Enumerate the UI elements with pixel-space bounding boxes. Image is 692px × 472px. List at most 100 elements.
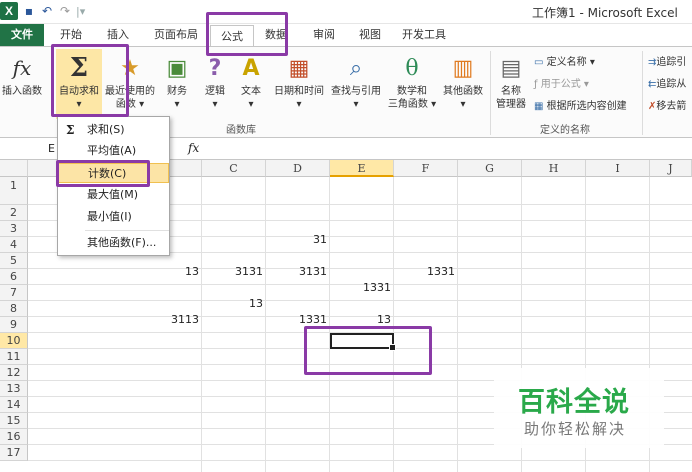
text-book-icon: A bbox=[242, 55, 260, 81]
redo-icon[interactable]: ↷ bbox=[58, 4, 72, 18]
column-header-d[interactable]: D bbox=[266, 160, 330, 177]
column-header-c[interactable]: C bbox=[202, 160, 266, 177]
name-manager-label-1: 名称 bbox=[501, 86, 521, 97]
column-header-i[interactable]: I bbox=[586, 160, 650, 177]
tab-developer[interactable]: 开发工具 bbox=[396, 24, 452, 46]
math-trig-button[interactable]: θ 数学和 三角函数 ▾ bbox=[386, 53, 438, 111]
column-header-e[interactable]: E bbox=[330, 160, 394, 177]
datetime-button[interactable]: ▦ 日期和时间 ▾ bbox=[270, 53, 328, 111]
cell-f5[interactable]: 1331 bbox=[394, 264, 458, 279]
create-from-selection-button[interactable]: ▦ 根据所选内容创建 bbox=[534, 97, 627, 112]
math-label-2: 三角函数 ▾ bbox=[387, 99, 437, 110]
row-header-7[interactable]: 7 bbox=[0, 285, 28, 301]
row-header-15[interactable]: 15 bbox=[0, 413, 28, 429]
text-label: 文本 bbox=[241, 86, 261, 97]
cell-b5[interactable]: 13 bbox=[138, 264, 202, 279]
name-manager-button[interactable]: ▤ 名称 管理器 bbox=[494, 53, 528, 111]
insert-function-icon[interactable]: fx bbox=[188, 141, 199, 155]
menu-item-sum[interactable]: Σ 求和(S) bbox=[58, 120, 169, 140]
ribbon-separator bbox=[490, 51, 491, 135]
row-header-13[interactable]: 13 bbox=[0, 381, 28, 397]
row-header-12[interactable]: 12 bbox=[0, 365, 28, 381]
menu-item-min[interactable]: 最小值(I) bbox=[58, 207, 169, 227]
tab-view[interactable]: 视图 bbox=[350, 24, 390, 46]
logical-button[interactable]: ? 逻辑 ▾ bbox=[200, 53, 230, 111]
tab-file[interactable]: 文件 bbox=[0, 24, 44, 46]
tab-review[interactable]: 审阅 bbox=[304, 24, 344, 46]
trace-dependents-button[interactable]: ⇇追踪从 bbox=[648, 75, 686, 90]
annotation-box-active-cell bbox=[304, 326, 432, 375]
row-header-3[interactable]: 3 bbox=[0, 221, 28, 237]
cell-d5[interactable]: 3131 bbox=[266, 264, 330, 279]
define-name-button[interactable]: ▭ 定义名称 ▾ bbox=[534, 53, 595, 68]
insert-function-button[interactable]: fx 插入函数 bbox=[2, 53, 42, 98]
formula-input[interactable] bbox=[206, 140, 686, 158]
lookup-button[interactable]: ⌕ 查找与引用 ▾ bbox=[328, 53, 384, 111]
column-header-j[interactable]: J bbox=[650, 160, 692, 177]
row-header-8[interactable]: 8 bbox=[0, 301, 28, 317]
name-box[interactable]: E bbox=[4, 140, 64, 158]
books-stack-icon: ▥ bbox=[452, 55, 474, 81]
row-header-14[interactable]: 14 bbox=[0, 397, 28, 413]
menu-item-average[interactable]: 平均值(A) bbox=[58, 141, 169, 161]
theta-book-icon: θ bbox=[405, 55, 419, 81]
annotation-box-count-item bbox=[56, 160, 150, 187]
row-header-10[interactable]: 10 bbox=[0, 333, 28, 349]
grid-icon: ▦ bbox=[534, 101, 544, 112]
undo-icon[interactable]: ↶ bbox=[40, 4, 54, 18]
annotation-box-formulas-tab bbox=[206, 12, 288, 56]
calendar-book-icon: ▦ bbox=[288, 55, 310, 81]
title-bar: X ▪ ↶ ↷ |▾ 工作簿1 - Microsoft Excel bbox=[0, 0, 692, 24]
cell-d8[interactable]: 1331 bbox=[266, 312, 330, 327]
financial-label: 财务 bbox=[167, 86, 187, 97]
datetime-label: 日期和时间 bbox=[274, 86, 324, 97]
row-header-4[interactable]: 4 bbox=[0, 237, 28, 253]
window-title: 工作簿1 - Microsoft Excel bbox=[532, 6, 678, 20]
remove-arrows-button[interactable]: ✗移去箭 bbox=[648, 97, 686, 112]
save-icon[interactable]: ▪ bbox=[22, 4, 36, 18]
watermark-subtitle: 助你轻松解决 bbox=[524, 420, 627, 438]
row-header-17[interactable]: 17 bbox=[0, 445, 28, 461]
insert-function-label: 插入函数 bbox=[2, 86, 42, 97]
cell-e6[interactable]: 1331 bbox=[330, 280, 394, 295]
tab-page-layout[interactable]: 页面布局 bbox=[146, 24, 206, 46]
row-header-2[interactable]: 2 bbox=[0, 205, 28, 221]
qat-customize-icon[interactable]: |▾ bbox=[76, 5, 85, 18]
cell-d3[interactable]: 31 bbox=[266, 232, 330, 247]
select-all-corner[interactable] bbox=[0, 160, 28, 177]
ribbon-tabs: 文件 开始 插入 页面布局 公式 数据 审阅 视图 开发工具 bbox=[0, 24, 692, 47]
menu-item-more-functions[interactable]: 其他函数(F)... bbox=[58, 233, 169, 253]
logical-book-icon: ? bbox=[208, 55, 222, 81]
row-header-16[interactable]: 16 bbox=[0, 429, 28, 445]
row-header-11[interactable]: 11 bbox=[0, 349, 28, 365]
cell-e8[interactable]: 13 bbox=[330, 312, 394, 327]
cell-c5[interactable]: 3131 bbox=[202, 264, 266, 279]
text-button[interactable]: A 文本 ▾ bbox=[236, 53, 266, 111]
menu-item-max[interactable]: 最大值(M) bbox=[58, 185, 169, 205]
column-header-g[interactable]: G bbox=[458, 160, 522, 177]
annotation-box-autosum bbox=[51, 44, 129, 117]
tag-icon: ▭ bbox=[534, 57, 544, 68]
use-in-formula-button[interactable]: ƒ 用于公式 ▾ bbox=[534, 75, 589, 90]
watermark-title: 百科全说 bbox=[518, 387, 630, 418]
group-label-function-library: 函数库 bbox=[226, 125, 256, 136]
column-header-f[interactable]: F bbox=[394, 160, 458, 177]
tab-home[interactable]: 开始 bbox=[50, 24, 92, 46]
more-functions-label: 其他函数 bbox=[443, 86, 483, 97]
lookup-label: 查找与引用 bbox=[331, 86, 381, 97]
tab-insert[interactable]: 插入 bbox=[96, 24, 140, 46]
row-header-5[interactable]: 5 bbox=[0, 253, 28, 269]
cell-c7[interactable]: 13 bbox=[202, 296, 266, 311]
more-functions-button[interactable]: ▥ 其他函数 ▾ bbox=[440, 53, 486, 111]
row-header-1[interactable]: 1 bbox=[0, 177, 28, 205]
lookup-book-icon: ⌕ bbox=[349, 55, 363, 81]
trace-precedents-button[interactable]: ⇉追踪引 bbox=[648, 53, 686, 68]
logical-label: 逻辑 bbox=[205, 86, 225, 97]
column-header-h[interactable]: H bbox=[522, 160, 586, 177]
row-header-6[interactable]: 6 bbox=[0, 269, 28, 285]
cell-b8[interactable]: 3113 bbox=[138, 312, 202, 327]
formula-icon: ƒ bbox=[534, 79, 538, 90]
function-icon: fx bbox=[12, 55, 32, 80]
row-header-9[interactable]: 9 bbox=[0, 317, 28, 333]
financial-button[interactable]: ▣ 财务 ▾ bbox=[162, 53, 192, 111]
